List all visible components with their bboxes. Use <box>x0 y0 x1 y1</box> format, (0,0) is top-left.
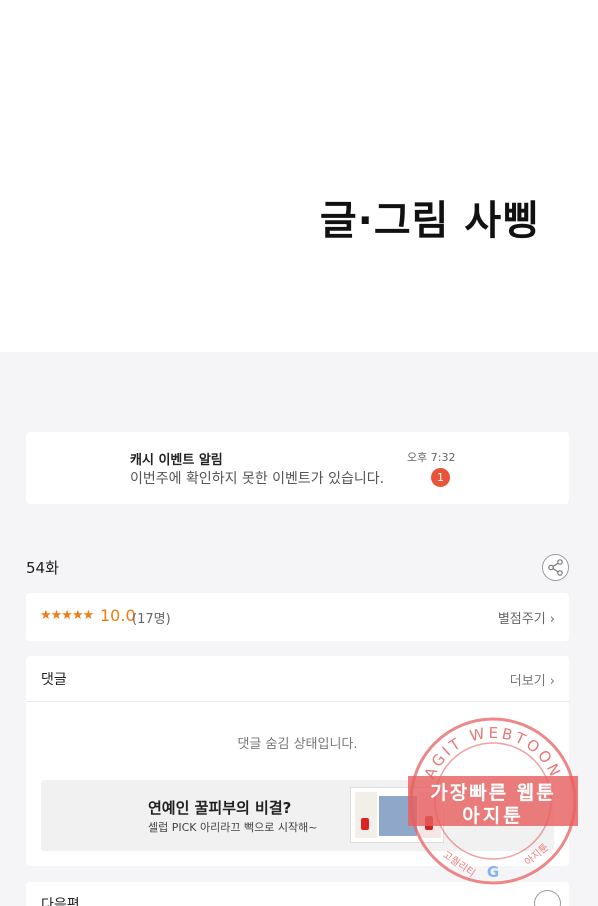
rating-stars: ★★★★★ <box>40 608 94 623</box>
next-episode-label: 다음편 <box>41 897 80 906</box>
share-icon <box>548 559 563 576</box>
rating-bar: ★★★★★ 10.0 (17명) 별점주기 › <box>26 593 569 641</box>
rating-count: (17명) <box>132 612 171 627</box>
episode-title: 54화 <box>26 559 59 577</box>
cash-event-notice[interactable]: 캐시 이벤트 알림 이번주에 확인하지 못한 이벤트가 있습니다. 오후 7:3… <box>26 432 569 504</box>
notice-badge: 1 <box>431 468 450 487</box>
author-credit: 글·그림 사삥 <box>319 198 540 244</box>
notice-time: 오후 7:32 <box>407 451 456 464</box>
watermark-line2: 아지툰 <box>462 805 524 827</box>
rating-score: 10.0 <box>100 606 136 625</box>
ad-title: 연예인 꿀피부의 비결? <box>148 799 292 817</box>
episode-image-area: 글·그림 사삥 <box>0 0 598 352</box>
notice-title: 캐시 이벤트 알림 <box>130 453 223 468</box>
ad-subtitle: 셀럽 PICK 아리라끄 뻑으로 시작해~ <box>148 821 318 834</box>
next-episode-icon <box>534 890 561 906</box>
comments-more-link[interactable]: 더보기 › <box>510 670 555 689</box>
notice-message: 이번주에 확인하지 못한 이벤트가 있습니다. <box>130 471 385 487</box>
rate-button[interactable]: 별점주기 › <box>498 608 555 627</box>
comments-header: 댓글 더보기 › <box>26 656 569 702</box>
share-button[interactable] <box>542 554 569 581</box>
comments-label: 댓글 <box>41 672 67 688</box>
google-logo-icon: G <box>487 863 499 881</box>
